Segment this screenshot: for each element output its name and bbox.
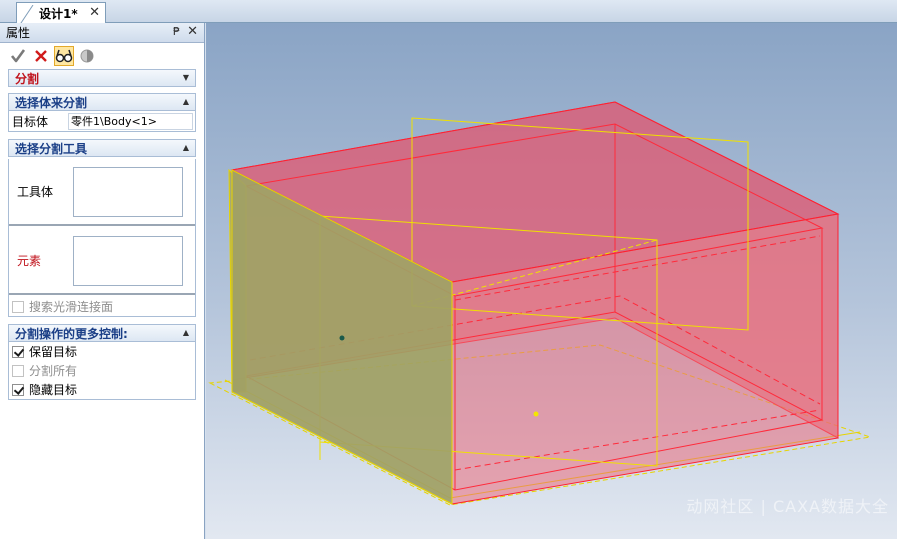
target-body-row: 目标体 零件1\Body<1> [9, 111, 195, 131]
pin-icon[interactable]: ₱ [173, 25, 180, 38]
keep-target-checkbox[interactable] [12, 345, 24, 358]
select-body-title: 选择体来分割 [15, 95, 88, 110]
tab-design1[interactable]: 设计1* ✕ [16, 2, 106, 26]
more-control-header[interactable]: 分割操作的更多控制: ▲ [8, 324, 196, 342]
tool-body-list[interactable] [73, 166, 183, 217]
element-row: 元素 [9, 228, 195, 295]
smooth-faces-checkbox[interactable] [12, 300, 24, 313]
panel-title: 属性 [6, 26, 31, 40]
keep-target-row[interactable]: 保留目标 [9, 342, 195, 361]
target-body-label: 目标体 [12, 114, 49, 129]
close-icon[interactable]: ✕ [187, 24, 198, 39]
hide-target-checkbox[interactable] [12, 383, 24, 396]
model-scene [208, 101, 871, 506]
split-section: 分割 ▼ [8, 69, 196, 87]
select-tools-header[interactable]: 选择分割工具 ▲ [8, 139, 196, 157]
split-section-header[interactable]: 分割 ▼ [8, 69, 196, 87]
properties-panel: 属性 ₱ ✕ 分割 ▼ 选择体来分割 ▲ 目标体 零件1\Body<1> 选择分… [0, 23, 205, 539]
element-label: 元素 [17, 254, 42, 268]
panel-header: 属性 ₱ ✕ [0, 23, 204, 43]
select-body-content: 目标体 零件1\Body<1> [8, 111, 196, 132]
smooth-faces-row[interactable]: 搜索光滑连接面 [9, 297, 195, 316]
document-tabstrip: 设计1* ✕ [0, 0, 897, 26]
select-tools-content: 工具体 元素 搜索光滑连接面 [8, 159, 196, 317]
target-body-field[interactable]: 零件1\Body<1> [68, 112, 193, 130]
half-circle-icon [80, 49, 94, 63]
3d-viewport[interactable]: 动网社区 | CAXA数据大全 [206, 23, 897, 539]
split-all-label: 分割所有 [29, 364, 78, 378]
select-tools-section: 选择分割工具 ▲ 工具体 元素 搜索光滑连接面 [8, 139, 196, 317]
tab-label: 设计1* [39, 6, 78, 21]
close-icon[interactable]: ✕ [89, 5, 100, 20]
ok-button[interactable] [8, 46, 28, 66]
split-section-title: 分割 [15, 71, 40, 86]
select-body-header[interactable]: 选择体来分割 ▲ [8, 93, 196, 111]
glasses-icon [55, 49, 73, 63]
check-icon [10, 49, 26, 63]
hide-target-row[interactable]: 隐藏目标 [9, 380, 195, 399]
select-body-section: 选择体来分割 ▲ 目标体 零件1\Body<1> [8, 93, 196, 132]
preview-button[interactable] [54, 46, 74, 66]
more-control-section: 分割操作的更多控制: ▲ 保留目标 分割所有 隐藏目标 [8, 324, 196, 400]
chevron-up-icon: ▲ [182, 97, 189, 106]
chevron-down-icon: ▼ [182, 73, 189, 82]
smooth-faces-label: 搜索光滑连接面 [29, 300, 114, 314]
tool-body-row: 工具体 [9, 159, 195, 226]
plane-origin-point [533, 411, 539, 417]
hide-target-label: 隐藏目标 [29, 383, 78, 397]
chevron-up-icon: ▲ [182, 143, 189, 152]
more-control-title: 分割操作的更多控制: [15, 326, 128, 341]
body-origin-point [339, 335, 345, 341]
tool-body-label: 工具体 [17, 185, 54, 199]
option-button[interactable] [77, 46, 97, 66]
chevron-up-icon: ▲ [182, 328, 189, 337]
split-all-checkbox[interactable] [12, 364, 24, 377]
split-all-row[interactable]: 分割所有 [9, 361, 195, 380]
keep-target-label: 保留目标 [29, 345, 78, 359]
more-control-content: 保留目标 分割所有 隐藏目标 [8, 342, 196, 400]
x-icon [35, 50, 47, 62]
element-list[interactable] [73, 235, 183, 286]
panel-toolbar [0, 43, 204, 69]
watermark-text: 动网社区 | CAXA数据大全 [686, 497, 889, 516]
select-tools-title: 选择分割工具 [15, 141, 88, 156]
cancel-button[interactable] [31, 46, 51, 66]
